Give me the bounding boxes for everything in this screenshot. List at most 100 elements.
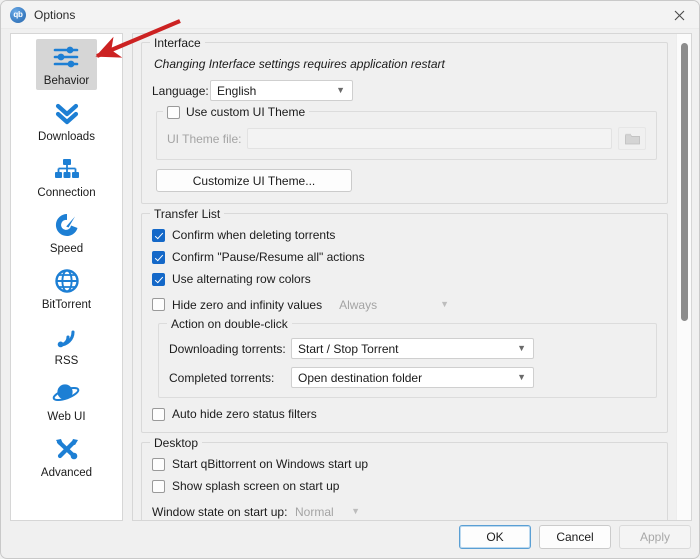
- alternating-rows-checkbox[interactable]: [152, 272, 165, 286]
- window-state-value: Normal: [295, 504, 334, 519]
- alternating-rows-label: Use alternating row colors: [172, 272, 311, 286]
- restart-note: Changing Interface settings requires app…: [154, 57, 445, 71]
- theme-file-label: UI Theme file:: [167, 131, 242, 146]
- scrollbar-thumb[interactable]: [681, 43, 688, 321]
- vertical-scrollbar[interactable]: [676, 34, 691, 520]
- sidebar-item-label: Downloads: [38, 131, 95, 143]
- downloading-action-label: Downloading torrents:: [169, 341, 286, 356]
- sidebar-item-advanced[interactable]: Advanced: [11, 429, 122, 485]
- hide-zero-value: Always: [339, 297, 378, 312]
- chevron-down-icon: ▼: [351, 506, 360, 516]
- globe-icon: [50, 266, 84, 296]
- folder-icon[interactable]: [618, 127, 646, 150]
- folder-glyph: [624, 133, 640, 144]
- use-custom-ui-theme-checkbox[interactable]: [167, 105, 180, 119]
- options-dialog: qb Options Behavior Downloads Connection…: [0, 0, 700, 559]
- close-icon[interactable]: [657, 1, 699, 29]
- settings-category-list[interactable]: Behavior Downloads Connection Speed BitT…: [10, 33, 123, 521]
- downloading-action-value: Start / Stop Torrent: [298, 341, 399, 356]
- sidebar-item-label: Behavior: [43, 75, 90, 87]
- sliders-icon: [49, 42, 83, 72]
- customize-theme-row: Customize UI Theme...: [152, 169, 657, 192]
- wrench-screwdriver-icon: [50, 434, 84, 464]
- theme-file-input[interactable]: [247, 128, 612, 149]
- language-label: Language:: [152, 83, 209, 98]
- hide-zero-row: Hide zero and infinity values Always ▼: [152, 294, 657, 315]
- planet-icon: [49, 378, 83, 408]
- alternating-rows-row[interactable]: Use alternating row colors: [152, 272, 657, 286]
- sidebar-item-web-ui[interactable]: Web UI: [11, 373, 122, 429]
- close-glyph: [674, 10, 684, 20]
- completed-action-row: Completed torrents: Open destination fol…: [169, 367, 646, 388]
- customize-ui-theme-button[interactable]: Customize UI Theme...: [156, 169, 352, 192]
- chevron-down-icon: ▼: [517, 343, 526, 353]
- sidebar-item-rss[interactable]: RSS: [11, 317, 122, 373]
- language-row: Language: English ▼: [152, 80, 657, 101]
- sidebar-item-bittorrent[interactable]: BitTorrent: [11, 261, 122, 317]
- sidebar-item-label: RSS: [54, 355, 79, 367]
- sidebar-item-label: Web UI: [47, 411, 86, 423]
- start-on-windows-checkbox[interactable]: [152, 457, 165, 471]
- chevron-down-icon: ▼: [336, 85, 345, 95]
- splash-screen-label: Show splash screen on start up: [172, 479, 340, 493]
- hide-zero-select[interactable]: Always ▼: [332, 294, 457, 315]
- auto-hide-filters-checkbox[interactable]: [152, 407, 165, 421]
- sidebar-item-downloads[interactable]: Downloads: [11, 93, 122, 149]
- title-bar: qb Options: [1, 1, 699, 29]
- theme-file-row: UI Theme file:: [167, 127, 646, 150]
- window-state-label: Window state on start up:: [152, 504, 288, 519]
- apply-button: Apply: [619, 525, 691, 549]
- dialog-button-bar: OK Cancel Apply: [459, 525, 691, 549]
- double-click-subgroup-title: Action on double-click: [167, 317, 292, 331]
- settings-pane: Interface Changing Interface settings re…: [132, 33, 692, 521]
- settings-scroll-content: Interface Changing Interface settings re…: [133, 34, 676, 520]
- hide-zero-label: Hide zero and infinity values: [172, 297, 323, 312]
- downloading-action-select[interactable]: Start / Stop Torrent ▼: [291, 338, 534, 359]
- completed-action-label: Completed torrents:: [169, 370, 275, 385]
- chevron-down-icon: ▼: [517, 372, 526, 382]
- splash-screen-checkbox[interactable]: [152, 479, 165, 493]
- interface-group-title: Interface: [150, 36, 205, 50]
- confirm-pause-resume-checkbox[interactable]: [152, 250, 165, 264]
- speedometer-icon: [50, 210, 84, 240]
- language-select[interactable]: English ▼: [210, 80, 353, 101]
- desktop-group: Desktop Start qBittorrent on Windows sta…: [141, 436, 668, 520]
- sidebar-item-label: Speed: [49, 243, 84, 255]
- sidebar-item-behavior[interactable]: Behavior: [11, 37, 122, 93]
- chevron-down-icon: ▼: [440, 299, 450, 309]
- completed-action-value: Open destination folder: [298, 370, 423, 385]
- double-click-subgroup: Action on double-click Downloading torre…: [158, 317, 657, 398]
- language-value: English: [217, 83, 257, 98]
- sidebar-item-speed[interactable]: Speed: [11, 205, 122, 261]
- confirm-pause-resume-label: Confirm "Pause/Resume all" actions: [172, 250, 365, 264]
- confirm-delete-row[interactable]: Confirm when deleting torrents: [152, 228, 657, 242]
- desktop-group-title: Desktop: [150, 436, 203, 450]
- auto-hide-filters-row[interactable]: Auto hide zero status filters: [152, 407, 657, 421]
- start-on-windows-row[interactable]: Start qBittorrent on Windows start up: [152, 457, 657, 471]
- ok-button[interactable]: OK: [459, 525, 531, 549]
- cancel-button[interactable]: Cancel: [539, 525, 611, 549]
- window-title: Options: [34, 7, 76, 22]
- hide-zero-checkbox[interactable]: [152, 298, 165, 311]
- transfer-list-group-title: Transfer List: [150, 207, 225, 221]
- dialog-body: Behavior Downloads Connection Speed BitT…: [1, 29, 699, 558]
- confirm-delete-checkbox[interactable]: [152, 228, 165, 242]
- completed-action-select[interactable]: Open destination folder ▼: [291, 367, 534, 388]
- auto-hide-filters-label: Auto hide zero status filters: [172, 407, 317, 421]
- start-on-windows-label: Start qBittorrent on Windows start up: [172, 457, 369, 471]
- window-state-select[interactable]: Normal ▼: [288, 501, 368, 520]
- custom-theme-checkbox-row[interactable]: Use custom UI Theme: [163, 105, 310, 119]
- transfer-list-group: Transfer List Confirm when deleting torr…: [141, 207, 668, 433]
- sidebar-item-label: Advanced: [40, 467, 93, 479]
- sidebar-item-connection[interactable]: Connection: [11, 149, 122, 205]
- window-state-row: Window state on start up: Normal ▼: [152, 501, 657, 520]
- confirm-pause-resume-row[interactable]: Confirm "Pause/Resume all" actions: [152, 250, 657, 264]
- sidebar-item-label: Connection: [37, 187, 96, 199]
- downloading-action-row: Downloading torrents: Start / Stop Torre…: [169, 338, 646, 359]
- interface-group: Interface Changing Interface settings re…: [141, 36, 668, 204]
- rss-feed-icon: [50, 322, 84, 352]
- network-nodes-icon: [50, 154, 84, 184]
- sidebar-item-label: BitTorrent: [41, 299, 92, 311]
- splash-screen-row[interactable]: Show splash screen on start up: [152, 479, 657, 493]
- confirm-delete-label: Confirm when deleting torrents: [172, 228, 336, 242]
